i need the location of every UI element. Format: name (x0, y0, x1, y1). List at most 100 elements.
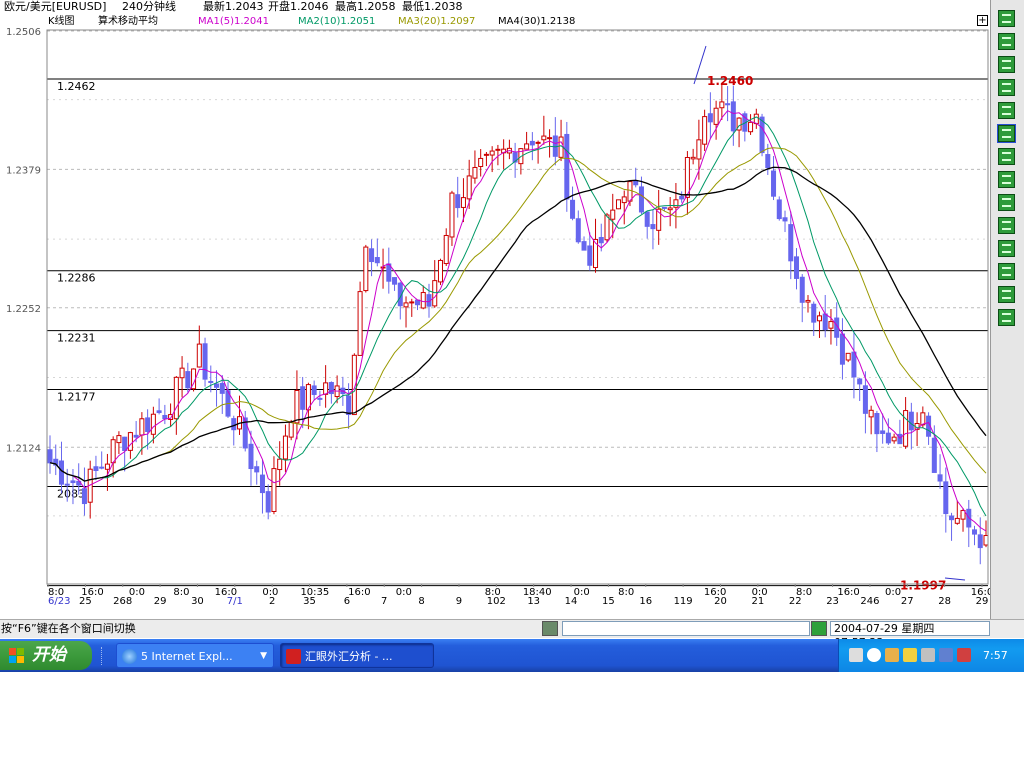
candle-body (259, 474, 265, 494)
x-tick-label: 119 (674, 596, 693, 607)
candle-body (300, 386, 306, 410)
annotation-label: 1.2460 (707, 74, 753, 88)
candle-body (788, 224, 794, 262)
x-time-label: 0:0 (129, 587, 145, 598)
candle-body (598, 237, 604, 244)
candle-body (661, 206, 667, 209)
y-tick-label: 1.2252 (6, 304, 41, 315)
candle-body (793, 256, 800, 279)
candle (294, 370, 300, 440)
candle (903, 397, 909, 449)
candle-body (633, 180, 639, 186)
candle (621, 190, 627, 225)
candle-body (604, 214, 610, 241)
chevron-down-icon: ▼ (260, 651, 267, 661)
x-tick-label: 7 (381, 596, 387, 607)
candle-body (937, 474, 943, 482)
tray-monitor-icon[interactable] (939, 648, 953, 662)
candle-body (931, 437, 937, 473)
toolbar-button-6[interactable] (997, 124, 1016, 143)
candle-body (58, 460, 64, 485)
candle (455, 176, 461, 218)
candle-body (386, 263, 392, 282)
candle (380, 248, 386, 289)
tray-security-icon[interactable] (957, 648, 971, 662)
candle-body (443, 234, 449, 265)
x-time-label: 0:0 (262, 587, 278, 598)
toolbar-button-2[interactable] (998, 33, 1015, 50)
candle-body (47, 449, 53, 464)
candle-body (156, 410, 162, 414)
status-hint: 按“F6”键在各个窗口间切换 (1, 622, 136, 635)
candle (799, 274, 805, 323)
candle-body (564, 133, 570, 200)
calculator-icon[interactable] (542, 621, 558, 636)
start-button[interactable]: 开始 (0, 641, 92, 670)
candle-body (219, 382, 225, 394)
toolbar-button-13[interactable] (998, 286, 1015, 303)
ma-line-4 (49, 166, 987, 482)
toolbar-button-1[interactable] (998, 10, 1015, 27)
candle (937, 454, 943, 489)
candle (535, 140, 541, 164)
x-tick-label: 16 (639, 596, 652, 607)
candle (943, 467, 949, 533)
candle (966, 499, 972, 548)
candle (162, 404, 168, 425)
candle (736, 117, 742, 148)
tray-app-icon[interactable] (885, 648, 899, 662)
candle (615, 199, 622, 210)
candle (719, 84, 725, 120)
candle-body (949, 515, 955, 521)
candle-body (369, 248, 375, 263)
candle (524, 131, 530, 150)
tray-expand-icon[interactable] (867, 648, 881, 662)
candle-body (311, 385, 317, 395)
candle-body (139, 418, 145, 436)
status-datetime: 2004-07-29 星期四 07:57:23 (830, 621, 990, 649)
candle-body (977, 534, 983, 549)
x-tick-label: 29 (154, 596, 167, 607)
network-status-icon[interactable] (811, 621, 827, 636)
keyboard-icon[interactable] (849, 648, 863, 662)
toolbar-button-9[interactable] (998, 194, 1015, 211)
moving-averages (49, 110, 987, 532)
toolbar-button-14[interactable] (998, 309, 1015, 326)
candle (87, 460, 93, 519)
candle-body (673, 199, 679, 208)
tray-warning-icon[interactable] (903, 648, 917, 662)
toolbar-button-5[interactable] (998, 102, 1015, 119)
candle-body (851, 351, 857, 378)
toolbar-button-7[interactable] (998, 148, 1015, 165)
ie-icon (122, 649, 137, 664)
candle-body (621, 196, 627, 204)
taskbar-item-ie[interactable]: 5 Internet Expl... ▼ (116, 643, 274, 668)
toolbar-button-4[interactable] (998, 79, 1015, 96)
toolbar-button-8[interactable] (998, 171, 1015, 188)
candle-body (495, 148, 501, 151)
x-time-label: 0:0 (574, 587, 590, 598)
toolbar-button-10[interactable] (998, 217, 1015, 234)
candle-body (363, 246, 369, 292)
candle (851, 330, 857, 399)
candle-body (960, 510, 966, 520)
toolbar-button-3[interactable] (998, 56, 1015, 73)
level-label: 1.2177 (57, 391, 96, 404)
candle (47, 435, 53, 474)
candle (926, 412, 932, 445)
candle-body (972, 529, 978, 535)
candle-body (644, 211, 650, 227)
candle-body (294, 389, 300, 424)
ma-line-1 (49, 110, 987, 532)
candle (656, 189, 662, 245)
toolbar-button-11[interactable] (998, 240, 1015, 257)
candle (489, 146, 495, 173)
candle-body (409, 301, 415, 304)
tray-network-icon[interactable] (921, 648, 935, 662)
candle-body (776, 199, 782, 220)
candle (908, 402, 914, 450)
taskbar-item-forex[interactable]: 汇眼外汇分析 - ... (280, 643, 434, 668)
toolbar-button-12[interactable] (998, 263, 1015, 280)
x-time-label: 8:0 (796, 587, 812, 598)
candle (558, 119, 564, 162)
